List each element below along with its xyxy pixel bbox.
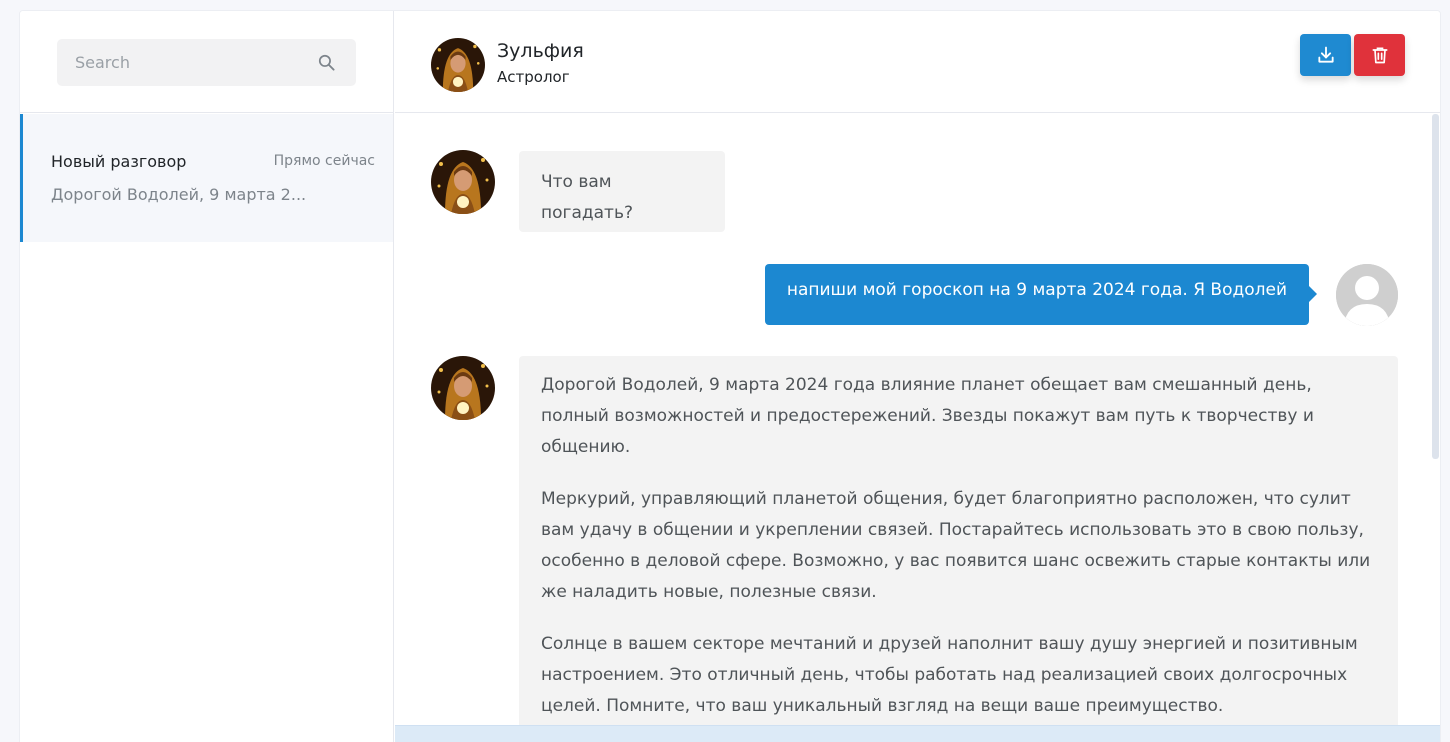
download-icon [1317,46,1334,63]
message-paragraph: Дорогой Водолей, 9 марта 2024 года влиян… [541,375,1314,457]
contact-name: Зульфия [497,40,584,62]
conversation-preview: Дорогой Водолей, 9 марта 2... [51,185,307,204]
astrologer-avatar [431,356,495,420]
search-section [20,11,393,113]
astrologer-avatar [431,38,485,92]
trash-icon [1372,47,1387,64]
message-paragraph: Меркурий, управляющий планетой общения, … [541,489,1371,602]
search-input[interactable] [57,39,356,86]
message-bubble: Что вам погадать? [519,151,725,232]
astrologer-avatar [431,150,495,214]
user-avatar [1336,264,1398,326]
message-paragraph: Солнце в вашем секторе мечтаний и друзей… [541,634,1358,716]
contact-role: Астролог [497,68,570,86]
delete-button[interactable] [1354,34,1405,76]
scrollbar[interactable] [1432,114,1439,459]
chat-header: Зульфия Астролог [395,11,1440,113]
sidebar: Новый разговор Прямо сейчас Дорогой Водо… [20,11,394,742]
conversation-title: Новый разговор [51,152,187,171]
message-list[interactable]: Что вам погадать? напиши мой гороскоп на… [395,114,1440,725]
message-text: Что вам погадать? [541,172,633,223]
chat-main: Зульфия Астролог Что вам погадать? напиш… [395,11,1440,742]
message-text: напиши мой гороскоп на 9 марта 2024 года… [786,280,1287,300]
conversation-item[interactable]: Новый разговор Прямо сейчас Дорогой Водо… [20,114,393,242]
conversation-time: Прямо сейчас [273,153,375,169]
chat-app: Новый разговор Прямо сейчас Дорогой Водо… [19,10,1441,742]
search-box [57,39,356,86]
download-button[interactable] [1300,34,1351,76]
search-icon[interactable] [317,53,336,72]
message-composer[interactable] [395,725,1440,742]
message-bubble: Дорогой Водолей, 9 марта 2024 года влиян… [519,356,1398,725]
user-placeholder-icon [1336,264,1398,326]
user-message-bubble: напиши мой гороскоп на 9 марта 2024 года… [764,264,1318,325]
